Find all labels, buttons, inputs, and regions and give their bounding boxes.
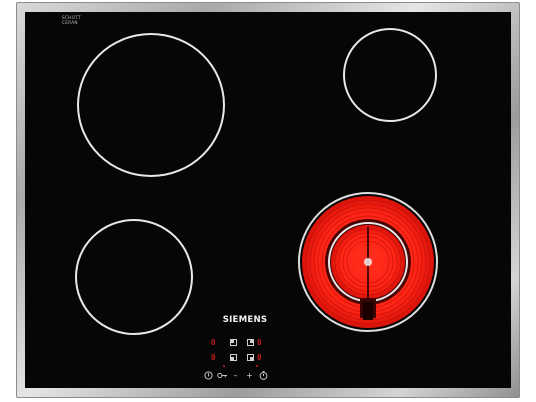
power-button[interactable]	[203, 371, 214, 382]
zone-position-front-left-icon	[230, 354, 237, 361]
child-lock-button[interactable]	[217, 371, 228, 382]
zone-front-right-glowing	[298, 192, 438, 332]
timer-button[interactable]	[258, 371, 269, 382]
power-icon	[204, 371, 213, 380]
zone-rear-right	[343, 28, 437, 122]
display-front-left: 0	[211, 353, 216, 362]
timer-icon	[259, 371, 268, 380]
display-front-right: 0	[257, 353, 262, 362]
indicator-led-left	[223, 365, 225, 367]
zone-position-front-right-icon	[247, 354, 254, 361]
display-rear-right: 0	[257, 338, 262, 347]
glass-maker-line-2: CERAN	[62, 19, 78, 25]
display-rear-left: 0	[211, 338, 216, 347]
zone-front-left	[75, 219, 193, 335]
key-lock-icon	[217, 372, 227, 379]
plus-button[interactable]: +	[244, 371, 255, 380]
minus-button[interactable]: –	[230, 371, 241, 380]
brand-logo: SIEMENS	[222, 315, 268, 325]
indicator-led-right	[256, 365, 258, 367]
glass-maker-mark: SCHOTT CERAN	[62, 15, 81, 28]
zone-position-rear-right-icon	[247, 339, 254, 346]
zone-rear-left	[77, 33, 225, 177]
zone-position-rear-left-icon	[230, 339, 237, 346]
